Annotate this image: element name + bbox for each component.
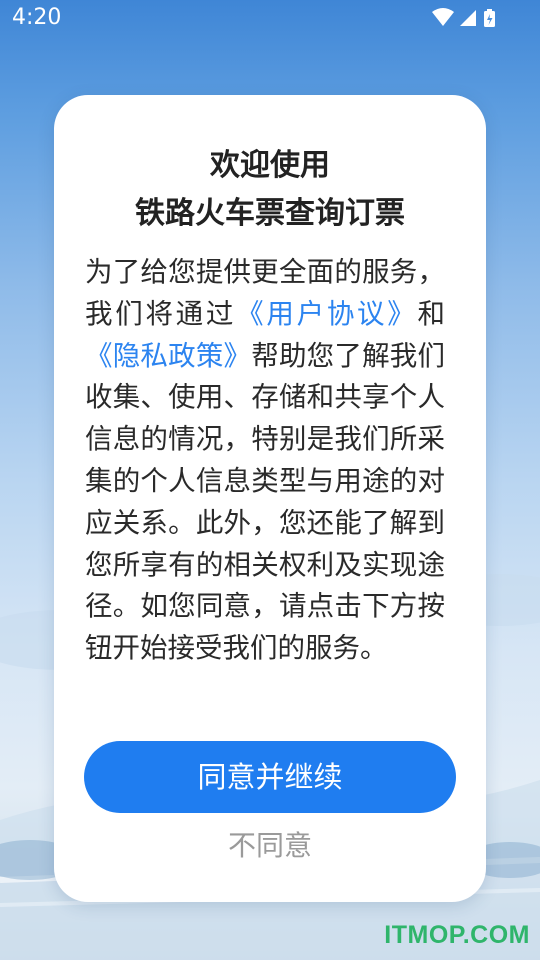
user-agreement-link[interactable]: 《用户协议》 (236, 298, 417, 330)
agree-and-continue-button[interactable]: 同意并继续 (84, 741, 456, 813)
dialog-body-text: 为了给您提供更全面的服务，我们将通过《用户协议》和《隐私政策》帮助您了解我们收集… (85, 252, 445, 670)
dialog-title-line2: 铁路火车票查询订票 (135, 196, 405, 231)
privacy-policy-link[interactable]: 《隐私政策》 (85, 340, 251, 372)
body-text-rest: 帮助您了解我们收集、使用、存储和共享个人信息的情况，特别是我们所采集的个人信息类… (85, 339, 445, 665)
wifi-icon (432, 8, 454, 26)
disagree-button[interactable]: 不同意 (170, 824, 370, 868)
cellular-signal-icon (460, 10, 476, 26)
status-icons (432, 8, 502, 30)
body-text-and: 和 (417, 297, 446, 330)
dialog-title: 欢迎使用 铁路火车票查询订票 (0, 142, 540, 238)
battery-charging-icon (484, 9, 495, 27)
watermark-logo: ITMOP.COM (384, 921, 530, 949)
status-time: 4:20 (12, 5, 62, 30)
dialog-title-line1: 欢迎使用 (210, 148, 330, 183)
status-bar: 4:20 (0, 0, 540, 40)
